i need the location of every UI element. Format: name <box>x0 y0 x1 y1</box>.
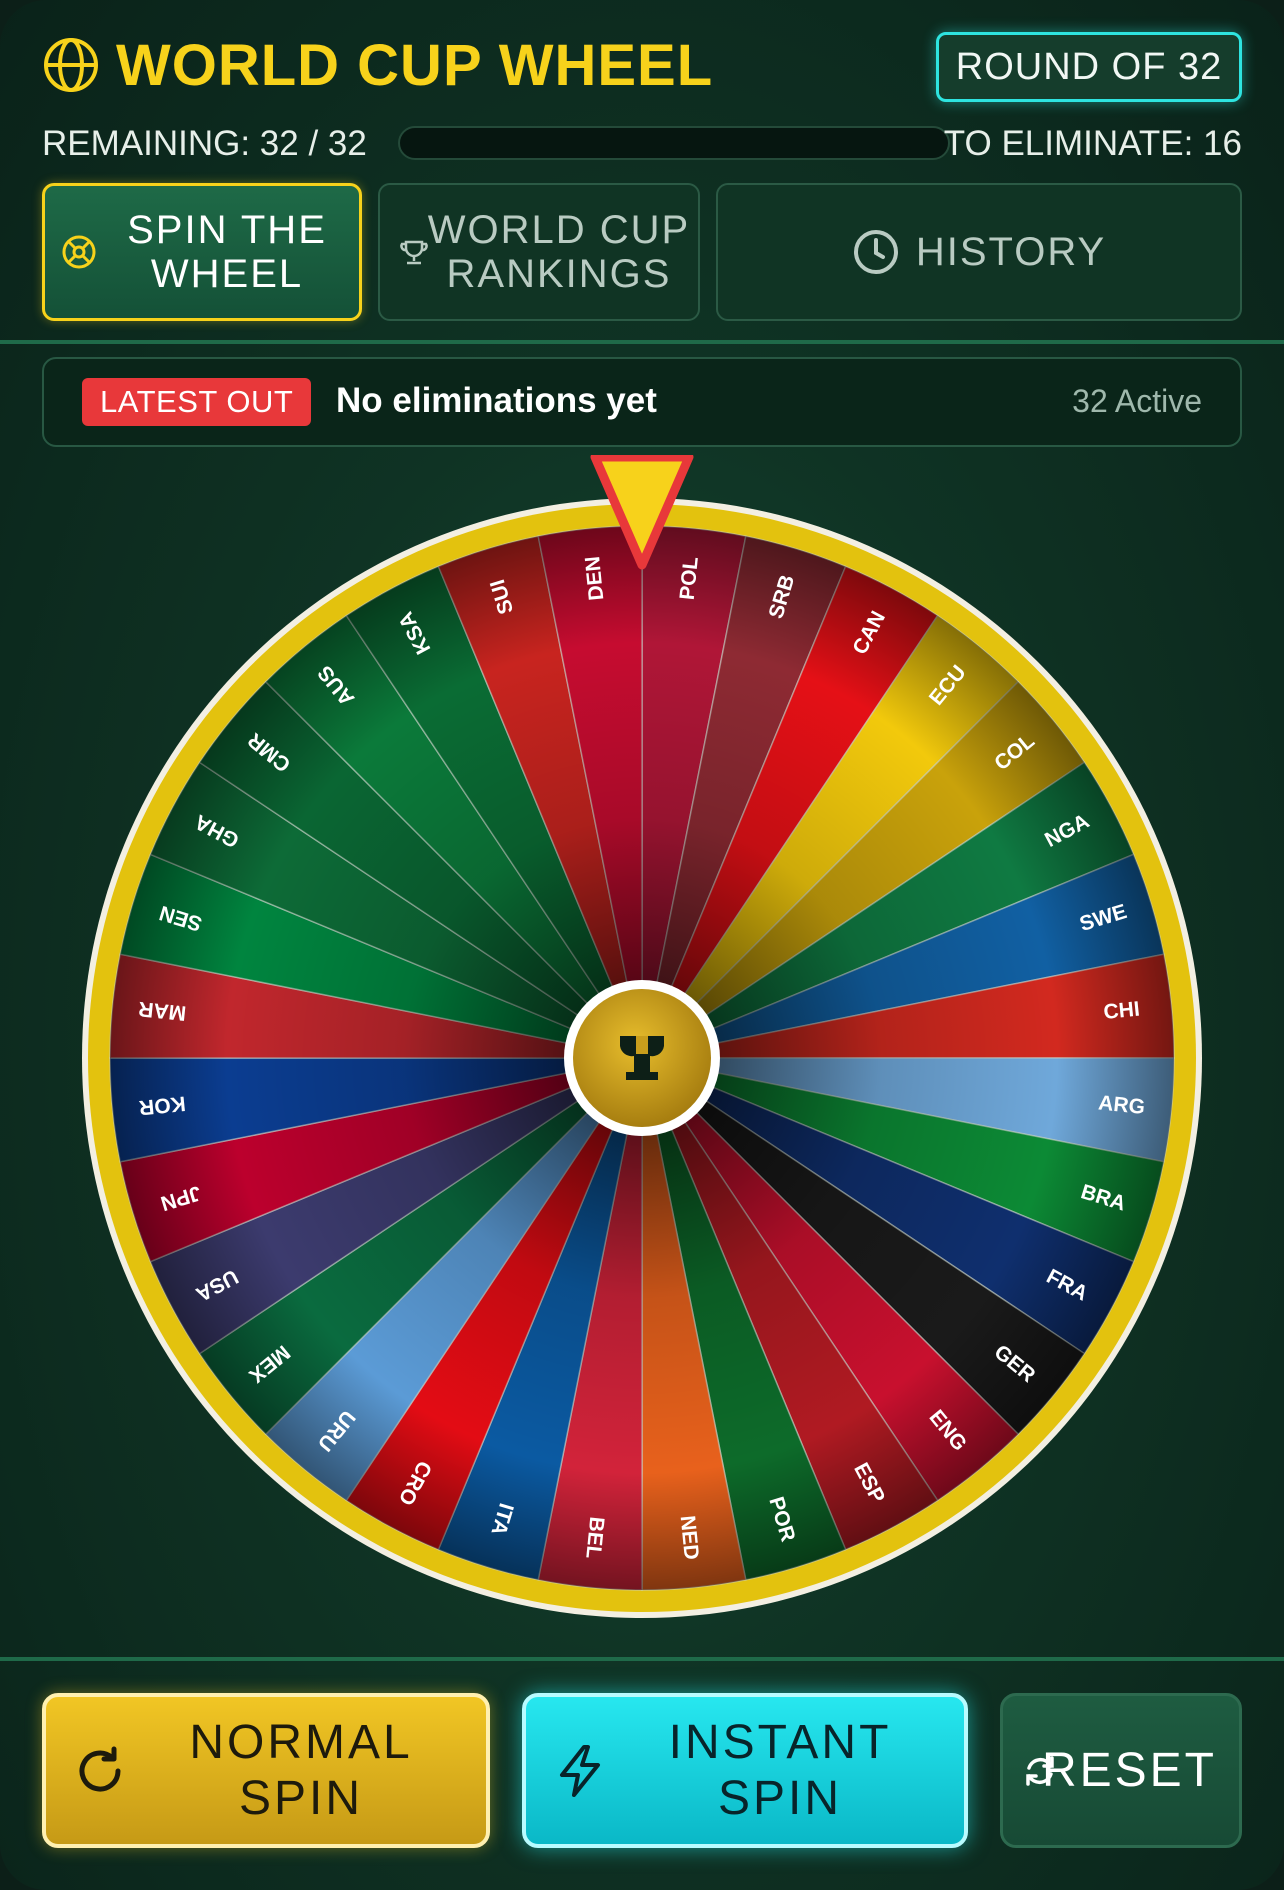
tab-label-line1: WORLD CUP <box>427 208 691 252</box>
app-title: WORLD CUP WHEEL <box>42 32 713 98</box>
trophy-icon-detail <box>636 1036 648 1054</box>
normal-spin-button[interactable]: NORMAL SPIN <box>42 1693 490 1848</box>
header: WORLD CUP WHEEL ROUND OF 32 <box>42 32 1242 112</box>
wheel-label-bel: BEL <box>581 1516 608 1560</box>
tab-world-cup-rankings[interactable]: WORLD CUP RANKINGS <box>378 183 700 321</box>
reset-label: RESET <box>1041 1743 1217 1797</box>
lightning-icon <box>560 1744 600 1797</box>
app-frame: WORLD CUP WHEEL ROUND OF 32 REMAINING: 3… <box>0 0 1284 1890</box>
clock-icon <box>853 230 898 274</box>
instant-spin-button[interactable]: INSTANT SPIN <box>522 1693 968 1848</box>
normal-spin-line1: NORMAL <box>189 1715 413 1769</box>
globe-icon <box>44 38 98 92</box>
to-eliminate-count: TO ELIMINATE: 16 <box>943 124 1242 163</box>
wheel-label-kor: KOR <box>138 1092 187 1119</box>
instant-spin-line2: SPIN <box>717 1771 843 1825</box>
tab-bar: SPIN THE WHEEL WORLD CUP RANKINGS HISTOR… <box>42 183 1242 321</box>
tab-label-line1: SPIN THE <box>127 208 327 252</box>
stats-bar: REMAINING: 32 / 32 TO ELIMINATE: 16 <box>42 120 1242 166</box>
tab-spin-the-wheel[interactable]: SPIN THE WHEEL <box>42 183 362 321</box>
reset-button[interactable]: RESET <box>1000 1693 1242 1848</box>
prize-wheel[interactable]: POL SRBCANECUCOLNGASWECHIARGBRAFRAGERENGE… <box>82 452 1202 1635</box>
wheel-area: POL SRB CAN ECU COL NGA SWE CHI ARG BRA FRA GER ENG E… <box>82 452 1202 1635</box>
refresh-icon <box>79 1746 121 1792</box>
instant-spin-line1: INSTANT <box>668 1715 892 1769</box>
latest-out-banner: LATEST OUT No eliminations yet 32 Active <box>42 357 1242 447</box>
remaining-count: REMAINING: 32 / 32 <box>42 124 367 163</box>
soccer-ball-icon <box>62 235 96 269</box>
reset-icon <box>1026 1755 1054 1786</box>
tab-label-line2: RANKINGS <box>446 252 672 296</box>
divider-bottom <box>0 1657 1284 1661</box>
trophy-icon <box>400 240 428 265</box>
active-count: 32 Active <box>1072 383 1202 419</box>
wheel-segments: POL SRBCANECUCOLNGASWECHIARGBRAFRAGERENGE… <box>82 498 1202 1618</box>
normal-spin-line2: SPIN <box>238 1771 363 1825</box>
wheel-label-pol: POL <box>676 556 703 601</box>
tab-label: HISTORY <box>915 230 1107 274</box>
action-bar: NORMAL SPIN INSTANT SPIN RESET <box>42 1693 1242 1848</box>
wheel-label-chi: CHI <box>1103 998 1141 1024</box>
wheel-label-ned: NED <box>676 1514 703 1560</box>
latest-out-badge: LATEST OUT <box>82 378 312 426</box>
latest-out-text: No eliminations yet <box>336 381 657 420</box>
tab-history[interactable]: HISTORY <box>716 183 1242 321</box>
wheel-label-arg: ARG <box>1097 1092 1146 1119</box>
divider-top <box>0 340 1284 344</box>
wheel-label-mar: MAR <box>137 997 187 1025</box>
tab-label-line2: WHEEL <box>150 252 304 296</box>
wheel-label-den: DEN <box>581 555 608 601</box>
app-title-text: WORLD CUP WHEEL <box>116 32 714 98</box>
round-badge: ROUND OF 32 <box>936 32 1242 102</box>
elimination-progress-bar <box>398 126 950 160</box>
